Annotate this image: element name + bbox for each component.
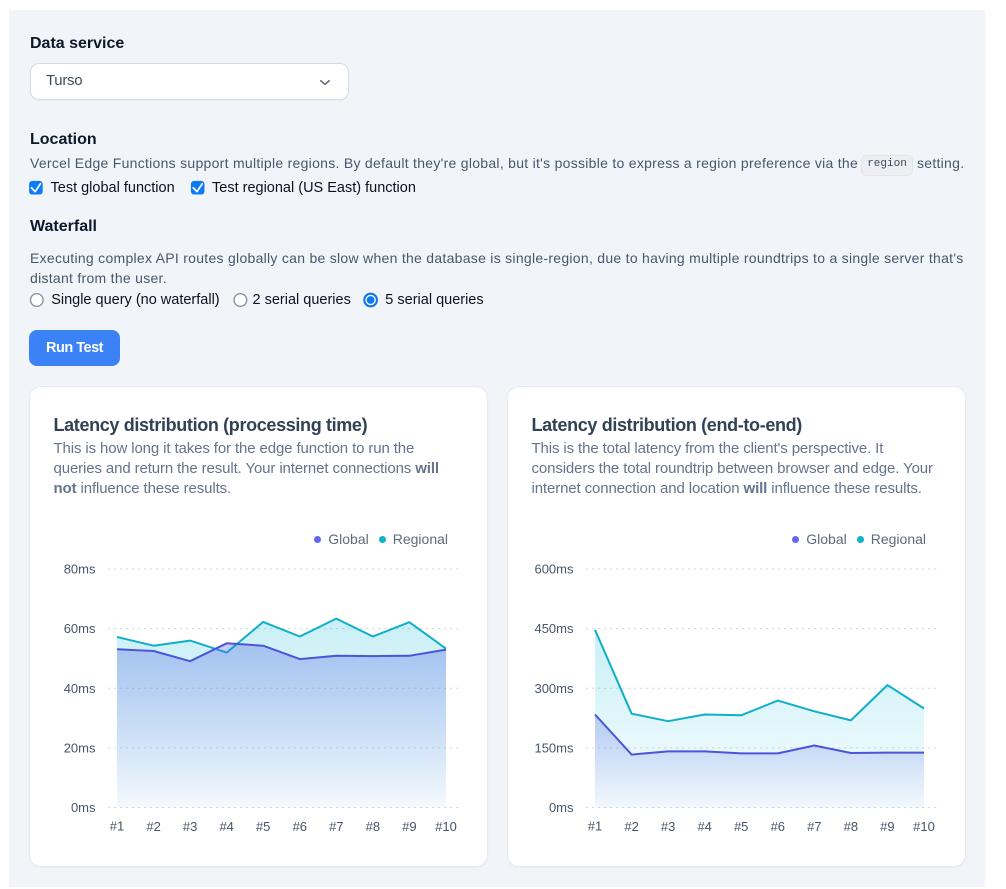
- svg-text:40ms: 40ms: [64, 681, 96, 696]
- svg-text:#10: #10: [435, 819, 457, 834]
- svg-text:0ms: 0ms: [549, 800, 574, 815]
- svg-text:#4: #4: [219, 819, 233, 834]
- svg-text:#2: #2: [146, 819, 160, 834]
- svg-text:#9: #9: [402, 819, 416, 834]
- svg-text:300ms: 300ms: [534, 681, 574, 696]
- svg-text:#9: #9: [880, 819, 894, 834]
- svg-text:#10: #10: [913, 819, 935, 834]
- svg-text:#5: #5: [256, 819, 270, 834]
- svg-text:#8: #8: [366, 819, 380, 834]
- svg-text:#5: #5: [734, 819, 748, 834]
- svg-text:#7: #7: [329, 819, 343, 834]
- svg-text:450ms: 450ms: [534, 621, 574, 636]
- svg-text:600ms: 600ms: [534, 562, 574, 577]
- svg-text:60ms: 60ms: [64, 621, 96, 636]
- svg-text:20ms: 20ms: [64, 740, 96, 755]
- svg-text:#6: #6: [293, 819, 307, 834]
- svg-text:0ms: 0ms: [71, 800, 96, 815]
- svg-text:80ms: 80ms: [64, 562, 96, 577]
- svg-text:#3: #3: [183, 819, 197, 834]
- svg-text:150ms: 150ms: [534, 740, 574, 755]
- svg-text:#4: #4: [697, 819, 711, 834]
- svg-text:#1: #1: [110, 819, 124, 834]
- svg-text:#2: #2: [624, 819, 638, 834]
- svg-text:#6: #6: [771, 819, 785, 834]
- svg-text:#3: #3: [661, 819, 675, 834]
- svg-text:#7: #7: [807, 819, 821, 834]
- svg-text:#1: #1: [588, 819, 602, 834]
- svg-text:#8: #8: [844, 819, 858, 834]
